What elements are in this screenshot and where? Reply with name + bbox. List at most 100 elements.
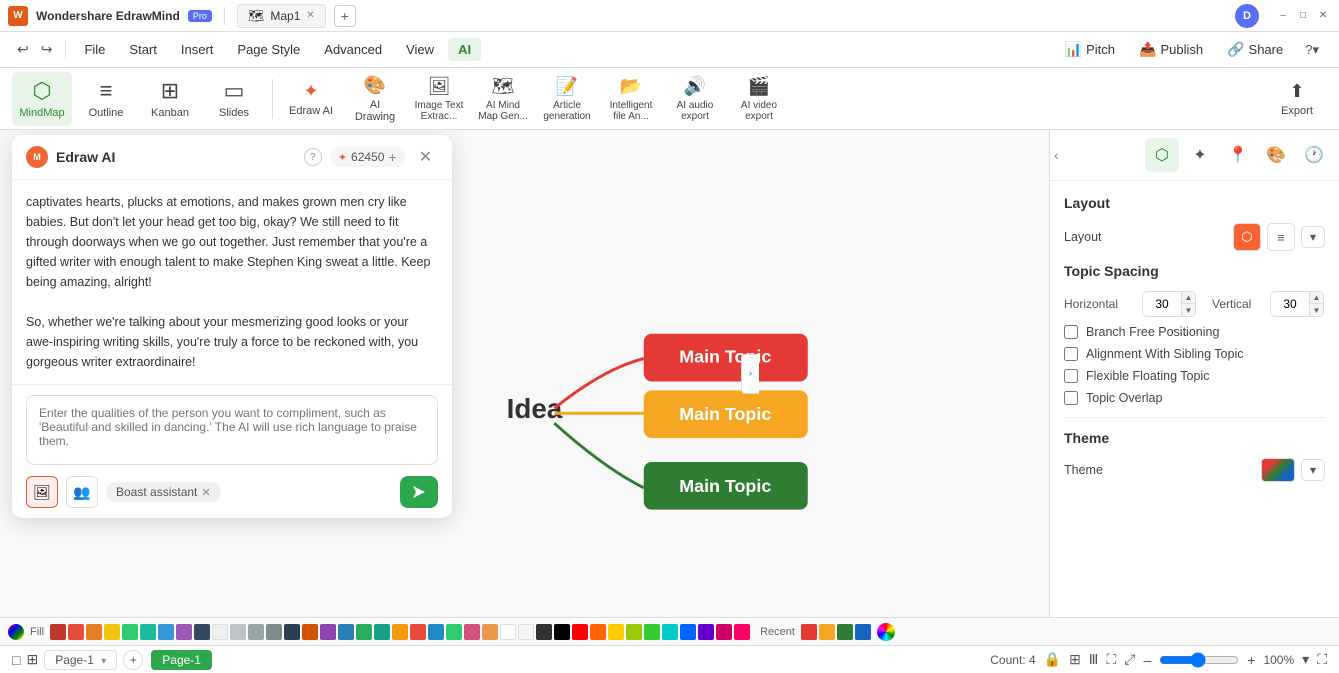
toolbar-intelligent-file[interactable]: 📂 Intelligent file An... (601, 72, 661, 126)
color-swatch-32[interactable] (608, 624, 624, 640)
export-button[interactable]: ⬆ Export (1267, 72, 1327, 126)
color-swatch-4[interactable] (104, 624, 120, 640)
rpanel-layout-icon[interactable]: ⬡ (1145, 138, 1179, 172)
maximize-button[interactable]: □ (1295, 8, 1311, 24)
color-swatch-26[interactable] (500, 624, 516, 640)
close-tab-icon[interactable]: ✕ (306, 10, 314, 21)
toolbar-ai-audio[interactable]: 🔊 AI audio export (665, 72, 725, 126)
menu-page-style[interactable]: Page Style (227, 38, 310, 61)
ai-mode-tag[interactable]: Boast assistant ✕ (106, 482, 221, 502)
toolbar-kanban[interactable]: ⊞ Kanban (140, 72, 200, 126)
user-avatar[interactable]: D (1235, 4, 1259, 28)
recent-swatch-4[interactable] (855, 624, 871, 640)
color-swatch-14[interactable] (284, 624, 300, 640)
map-tab[interactable]: 🗺 Map1 ✕ (237, 4, 326, 28)
color-swatch-11[interactable] (230, 624, 246, 640)
color-swatch-13[interactable] (266, 624, 282, 640)
color-swatch-27[interactable] (518, 624, 534, 640)
color-swatch-19[interactable] (374, 624, 390, 640)
ai-textarea[interactable] (26, 395, 438, 465)
color-wheel[interactable] (8, 624, 24, 640)
rpanel-location-icon[interactable]: 📍 (1221, 138, 1255, 172)
toolbar-outline[interactable]: ≡ Outline (76, 72, 136, 126)
toolbar-mindmap[interactable]: ⬡ MindMap (12, 72, 72, 126)
zoom-out-icon[interactable]: – (1143, 652, 1151, 668)
recent-swatch-2[interactable] (819, 624, 835, 640)
add-tab-button[interactable]: + (334, 5, 356, 27)
ai-help-button[interactable]: ? (304, 148, 322, 166)
alignment-checkbox[interactable] (1064, 347, 1078, 361)
ai-mode-tag-close[interactable]: ✕ (201, 486, 210, 499)
color-swatch-7[interactable] (158, 624, 174, 640)
layout-icon-button[interactable]: ⬡ (1233, 223, 1261, 251)
rpanel-ai-icon[interactable]: ✦ (1183, 138, 1217, 172)
color-swatch-34[interactable] (644, 624, 660, 640)
color-swatch-8[interactable] (176, 624, 192, 640)
rpanel-history-icon[interactable]: 🕐 (1297, 138, 1331, 172)
ai-panel-close-button[interactable]: ✕ (413, 145, 438, 169)
color-swatch-35[interactable] (662, 624, 678, 640)
zoom-slider[interactable] (1159, 652, 1239, 668)
color-swatch-24[interactable] (464, 624, 480, 640)
color-swatch-1[interactable] (50, 624, 66, 640)
ai-people-icon[interactable]: 👥 (66, 476, 98, 508)
collapse-panel-button[interactable]: › (741, 354, 759, 394)
recent-swatch-1[interactable] (801, 624, 817, 640)
toolbar-edraw-ai[interactable]: ✦ Edraw AI (281, 72, 341, 126)
horizontal-down-arrow[interactable]: ▼ (1181, 304, 1195, 316)
toolbar-image-text[interactable]: 🖼 Image Text Extrac... (409, 72, 469, 126)
menu-file[interactable]: File (74, 38, 115, 61)
redo-button[interactable]: ↪ (36, 38, 58, 61)
color-swatch-30[interactable] (572, 624, 588, 640)
color-swatch-5[interactable] (122, 624, 138, 640)
color-swatch-33[interactable] (626, 624, 642, 640)
color-swatch-28[interactable] (536, 624, 552, 640)
status-icon-expand[interactable]: ⤢ (1124, 651, 1135, 668)
status-icon-fullscreen[interactable]: ⛶ (1106, 651, 1116, 668)
color-swatch-15[interactable] (302, 624, 318, 640)
color-swatch-10[interactable] (212, 624, 228, 640)
color-swatch-25[interactable] (482, 624, 498, 640)
active-page-tab[interactable]: Page-1 (151, 650, 212, 670)
color-swatch-39[interactable] (734, 624, 750, 640)
toolbar-ai-video[interactable]: 🎬 AI video export (729, 72, 789, 126)
vertical-value-input[interactable] (1271, 294, 1309, 314)
theme-preview[interactable] (1261, 458, 1295, 482)
rpanel-style-icon[interactable]: 🎨 (1259, 138, 1293, 172)
color-swatch-36[interactable] (680, 624, 696, 640)
publish-button[interactable]: 📤 Publish (1129, 37, 1213, 62)
share-button[interactable]: 🔗 Share (1217, 37, 1293, 62)
color-swatch-17[interactable] (338, 624, 354, 640)
vertical-down-arrow[interactable]: ▼ (1309, 304, 1323, 316)
color-swatch-22[interactable] (428, 624, 444, 640)
close-button[interactable]: ✕ (1315, 8, 1331, 24)
vertical-input[interactable]: ▲ ▼ (1270, 291, 1324, 317)
branch-free-checkbox[interactable] (1064, 325, 1078, 339)
color-swatch-12[interactable] (248, 624, 264, 640)
color-swatch-3[interactable] (86, 624, 102, 640)
menu-advanced[interactable]: Advanced (314, 38, 392, 61)
toolbar-ai-drawing[interactable]: 🎨 AI Drawing (345, 72, 405, 126)
layout-dropdown-button[interactable]: ▾ (1301, 226, 1325, 248)
pitch-button[interactable]: 📊 Pitch (1055, 37, 1125, 62)
theme-dropdown-button[interactable]: ▾ (1301, 459, 1325, 481)
color-swatch-29[interactable] (554, 624, 570, 640)
canvas-area[interactable]: Idea Main Topic Main Topic Main Topic M … (0, 130, 1049, 617)
menu-start[interactable]: Start (119, 38, 166, 61)
horizontal-value-input[interactable] (1143, 294, 1181, 314)
status-icon-lock[interactable]: 🔒 (1044, 651, 1061, 668)
zoom-in-icon[interactable]: + (1247, 652, 1255, 668)
color-swatch-16[interactable] (320, 624, 336, 640)
flexible-floating-checkbox[interactable] (1064, 369, 1078, 383)
topic-overlap-checkbox[interactable] (1064, 391, 1078, 405)
color-circle-icon[interactable] (877, 623, 895, 641)
horizontal-input[interactable]: ▲ ▼ (1142, 291, 1196, 317)
status-icon-layout[interactable]: ⊞ (1069, 651, 1081, 668)
toolbar-ai-mindmap[interactable]: 🗺 AI Mind Map Gen... (473, 72, 533, 126)
color-swatch-6[interactable] (140, 624, 156, 640)
color-swatch-18[interactable] (356, 624, 372, 640)
menu-insert[interactable]: Insert (171, 38, 224, 61)
vertical-up-arrow[interactable]: ▲ (1309, 292, 1323, 304)
recent-swatch-3[interactable] (837, 624, 853, 640)
fit-screen-icon[interactable]: ⛶ (1317, 651, 1327, 668)
